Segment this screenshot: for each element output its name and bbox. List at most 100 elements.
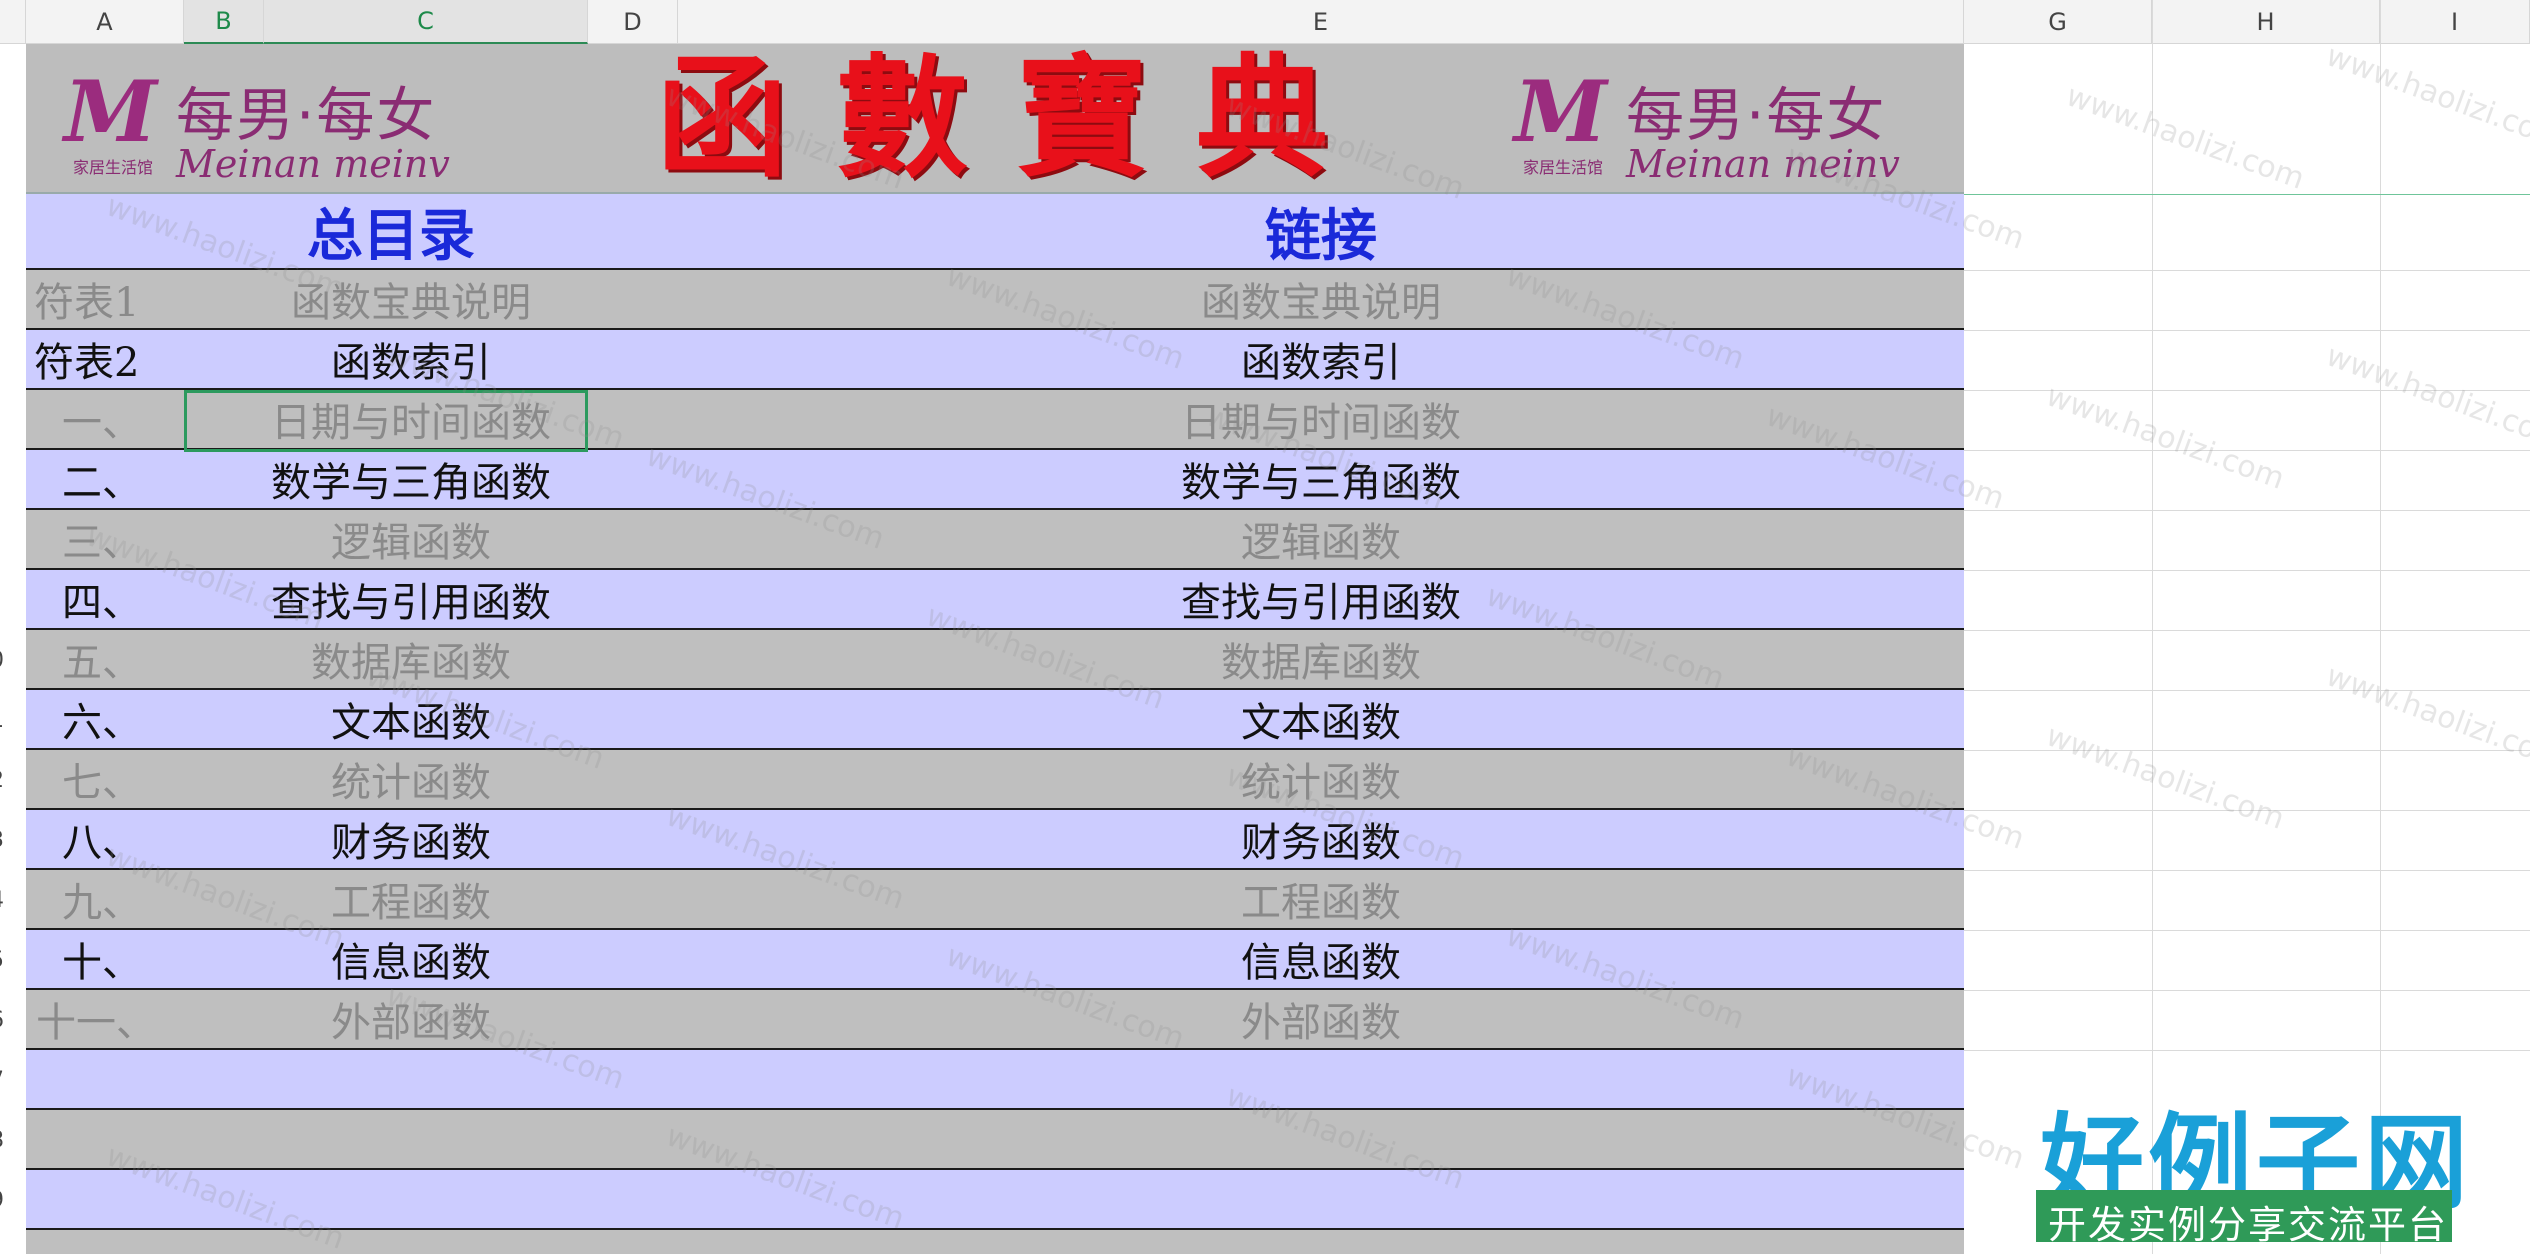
gridline (1964, 270, 2530, 271)
gridline (1964, 570, 2530, 571)
row-number[interactable]: 6 (0, 1008, 4, 1033)
row-name: 外部函数 (331, 1000, 491, 1046)
row-name: 工程函数 (331, 880, 491, 926)
table-row[interactable]: 十、 信息函数 信息函数 (26, 930, 1964, 990)
banner-title: 函數寶典 (656, 41, 1376, 196)
table-row[interactable]: 符表2 函数索引 函数索引 (26, 330, 1964, 390)
column-header-h[interactable]: H (2152, 0, 2380, 44)
table-row[interactable] (26, 1170, 1964, 1230)
table-row[interactable]: 四、 查找与引用函数 查找与引用函数 (26, 570, 1964, 630)
watermark-text: www.haolizi.com (2041, 378, 2289, 497)
brand-logo-right: M 家居生活馆 每男·每女 Meinan meinv (1486, 62, 1900, 187)
row-link[interactable]: 数据库函数 (678, 630, 1964, 688)
logo-cn-text: 每男·每女 (1626, 81, 1887, 149)
gridline (1964, 870, 2530, 871)
table-row[interactable]: 五、 数据库函数 数据库函数 (26, 630, 1964, 690)
logo-sub-text: 家居生活馆 (72, 158, 153, 177)
logo-m-icon: M (1514, 62, 1607, 161)
row-number[interactable]: 7 (0, 1068, 4, 1093)
watermark-text: www.haolizi.com (2061, 78, 2309, 197)
table-row[interactable]: 六、 文本函数 文本函数 (26, 690, 1964, 750)
gridline (1964, 750, 2530, 751)
table-row[interactable]: 七、 统计函数 统计函数 (26, 750, 1964, 810)
row-number[interactable]: 8 (0, 1128, 4, 1153)
brand-tagline: 开发实例分享交流平台 (2048, 1203, 2449, 1247)
column-header-c[interactable]: C (264, 0, 588, 44)
logo-en-text: Meinan meinv (1626, 142, 1900, 186)
row-name: 查找与引用函数 (271, 580, 551, 626)
toc-header-left: 总目录 (307, 203, 475, 269)
gridline (1964, 390, 2530, 391)
table-row[interactable] (26, 1230, 1964, 1254)
brand-logo-left: M 家居生活馆 每男·每女 Meinan meinv (36, 62, 450, 187)
row-link[interactable]: 文本函数 (678, 690, 1964, 748)
gridline (1964, 510, 2530, 511)
row-name: 统计函数 (331, 760, 491, 806)
watermark-text: www.haolizi.com (2321, 38, 2530, 157)
row-number[interactable]: 2 (0, 768, 4, 793)
row-number[interactable]: 1 (0, 708, 4, 733)
row-name: 数学与三角函数 (271, 460, 551, 506)
gridline (1964, 990, 2530, 991)
watermark-text: www.haolizi.com (2321, 338, 2530, 457)
toc-header-right: 链接 (1265, 203, 1377, 269)
gridline (1964, 194, 2530, 195)
gridline (1964, 630, 2530, 631)
row-name: 函数索引 (331, 340, 491, 386)
gridline (1964, 810, 2530, 811)
logo-sub-text: 家居生活馆 (1522, 158, 1603, 177)
gridline (1964, 450, 2530, 451)
row-link[interactable]: 统计函数 (678, 750, 1964, 808)
logo-m-icon: M (64, 62, 157, 161)
row-link[interactable]: 财务函数 (678, 810, 1964, 868)
row-number[interactable]: 9 (0, 1188, 4, 1213)
gridline (1964, 330, 2530, 331)
site-brand-watermark: 好例子网 开发实例分享交流平台 (2030, 1078, 2468, 1248)
row-link[interactable]: 工程函数 (678, 870, 1964, 928)
row-name: 数据库函数 (311, 640, 511, 686)
table-row[interactable]: 二、 数学与三角函数 数学与三角函数 (26, 450, 1964, 510)
row-link[interactable]: 日期与时间函数 (678, 390, 1964, 448)
row-link[interactable]: 信息函数 (678, 930, 1964, 988)
row-name: 财务函数 (331, 820, 491, 866)
column-header-a[interactable]: A (26, 0, 184, 44)
toc-header-row[interactable]: 总目录 链接 (26, 194, 1964, 270)
logo-cn-text: 每男·每女 (176, 81, 437, 149)
row-link[interactable]: 函数索引 (678, 330, 1964, 388)
watermark-text: www.haolizi.com (2321, 658, 2530, 777)
row-number[interactable]: 3 (0, 828, 4, 853)
row-link[interactable]: 查找与引用函数 (678, 570, 1964, 628)
title-banner[interactable]: M 家居生活馆 每男·每女 Meinan meinv 函數寶典 M 家居生活馆 … (26, 44, 1964, 194)
logo-en-text: Meinan meinv (176, 142, 450, 186)
row-name: 信息函数 (331, 940, 491, 986)
gridline (1964, 690, 2530, 691)
column-header-e[interactable]: E (678, 0, 1964, 44)
row-name: 逻辑函数 (331, 520, 491, 566)
table-row[interactable]: 符表1 函数宝典说明 函数宝典说明 (26, 270, 1964, 330)
row-name: 文本函数 (331, 700, 491, 746)
table-row[interactable] (26, 1110, 1964, 1170)
row-name: 函数宝典说明 (291, 280, 531, 326)
row-number[interactable]: 4 (0, 888, 4, 913)
row-number[interactable]: 5 (0, 948, 4, 973)
gridline (2380, 0, 2381, 1254)
row-number[interactable]: 0 (0, 648, 4, 673)
selected-cell-outline[interactable] (184, 390, 588, 452)
watermark-text: www.haolizi.com (2041, 718, 2289, 837)
row-link[interactable]: 数学与三角函数 (678, 450, 1964, 508)
row-link[interactable]: 外部函数 (678, 990, 1964, 1048)
table-row[interactable]: 十一、 外部函数 外部函数 (26, 990, 1964, 1050)
column-header-i[interactable]: I (2380, 0, 2530, 44)
table-row[interactable]: 八、 财务函数 财务函数 (26, 810, 1964, 870)
column-header-g[interactable]: G (1964, 0, 2152, 44)
table-row[interactable]: 三、 逻辑函数 逻辑函数 (26, 510, 1964, 570)
column-header-d[interactable]: D (588, 0, 678, 44)
table-row[interactable]: 九、 工程函数 工程函数 (26, 870, 1964, 930)
column-header-b[interactable]: B (184, 0, 264, 44)
row-link[interactable]: 函数宝典说明 (678, 270, 1964, 328)
gridline (1964, 1050, 2530, 1051)
gridline (1964, 930, 2530, 931)
row-link[interactable]: 逻辑函数 (678, 510, 1964, 568)
select-all-corner[interactable] (0, 0, 26, 44)
table-row[interactable] (26, 1050, 1964, 1110)
